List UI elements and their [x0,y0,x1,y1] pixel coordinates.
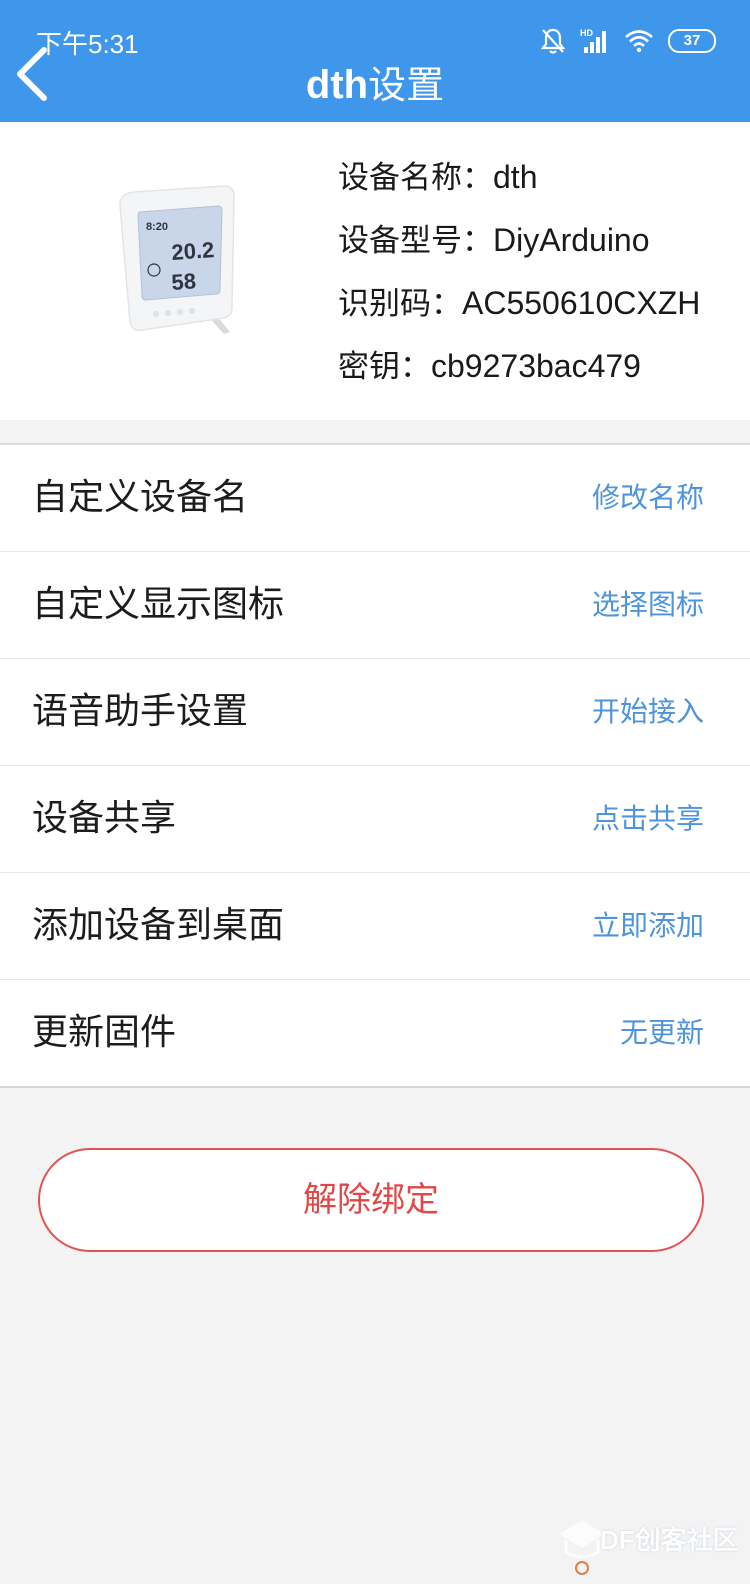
device-id-value: AC550610CXZH [462,285,701,321]
setting-row-add-to-desktop[interactable]: 添加设备到桌面 立即添加 [0,873,750,980]
device-info-card: 8:20 20.2 58 设备名称：dth 设备型号：DiyArduino 识别… [0,122,750,420]
setting-label: 自定义设备名 [32,477,249,518]
page-title: dth设置 [0,54,750,109]
device-model-row: 设备型号：DiyArduino [338,215,700,278]
mute-bell-icon [540,27,566,55]
setting-label: 自定义显示图标 [32,584,285,625]
hd-signal-icon: HD [580,27,610,55]
page-title-suffix: 设置 [368,63,445,107]
add-to-desktop-action[interactable]: 立即添加 [592,873,704,979]
device-info: 设备名称：dth 设备型号：DiyArduino 识别码：AC550610CXZ… [338,152,700,404]
unbind-button[interactable]: 解除绑定 [38,1148,704,1252]
wifi-icon [624,29,654,53]
setting-label: 语音助手设置 [32,691,249,732]
device-id-row: 识别码：AC550610CXZH [338,278,700,341]
rename-action[interactable]: 修改名称 [592,445,704,551]
firmware-status[interactable]: 无更新 [620,980,704,1086]
setting-row-firmware[interactable]: 更新固件 无更新 [0,980,750,1086]
device-image: 8:20 20.2 58 [112,182,252,342]
setting-label: 更新固件 [32,1012,177,1053]
battery-icon: 37 [668,29,716,53]
setting-label: 添加设备到桌面 [32,905,285,946]
choose-icon-action[interactable]: 选择图标 [592,552,704,658]
voice-connect-action[interactable]: 开始接入 [592,659,704,765]
device-display-humidity: 58 [171,268,197,295]
setting-row-icon[interactable]: 自定义显示图标 选择图标 [0,552,750,659]
svg-text:HD: HD [580,28,593,38]
device-display-temp: 20.2 [171,237,215,265]
device-key-value: cb9273bac479 [431,348,641,384]
page-title-device: dth [305,63,369,107]
setting-row-voice-assistant[interactable]: 语音助手设置 开始接入 [0,659,750,766]
watermark-text: DF创客社区 [600,1525,739,1555]
device-display-time: 8:20 [146,221,168,233]
setting-label: 设备共享 [32,798,177,839]
device-id-label: 识别码： [338,286,462,322]
settings-list: 自定义设备名 修改名称 自定义显示图标 选择图标 语音助手设置 开始接入 设备共… [0,443,750,1088]
device-name-row: 设备名称：dth [338,152,700,215]
setting-row-rename[interactable]: 自定义设备名 修改名称 [0,445,750,552]
status-icons: HD 37 [540,24,716,58]
device-name-label: 设备名称： [338,160,493,196]
share-action[interactable]: 点击共享 [592,766,704,872]
device-key-label: 密钥： [338,349,431,385]
app-header: 下午5:31 HD 37 dth设置 [0,0,750,122]
device-name-value: dth [493,159,538,195]
device-key-row: 密钥：cb9273bac479 [338,341,700,404]
setting-row-share[interactable]: 设备共享 点击共享 [0,766,750,873]
watermark: DF创客社区 [552,1514,742,1578]
device-model-label: 设备型号： [338,223,493,259]
device-model-value: DiyArduino [493,222,650,258]
